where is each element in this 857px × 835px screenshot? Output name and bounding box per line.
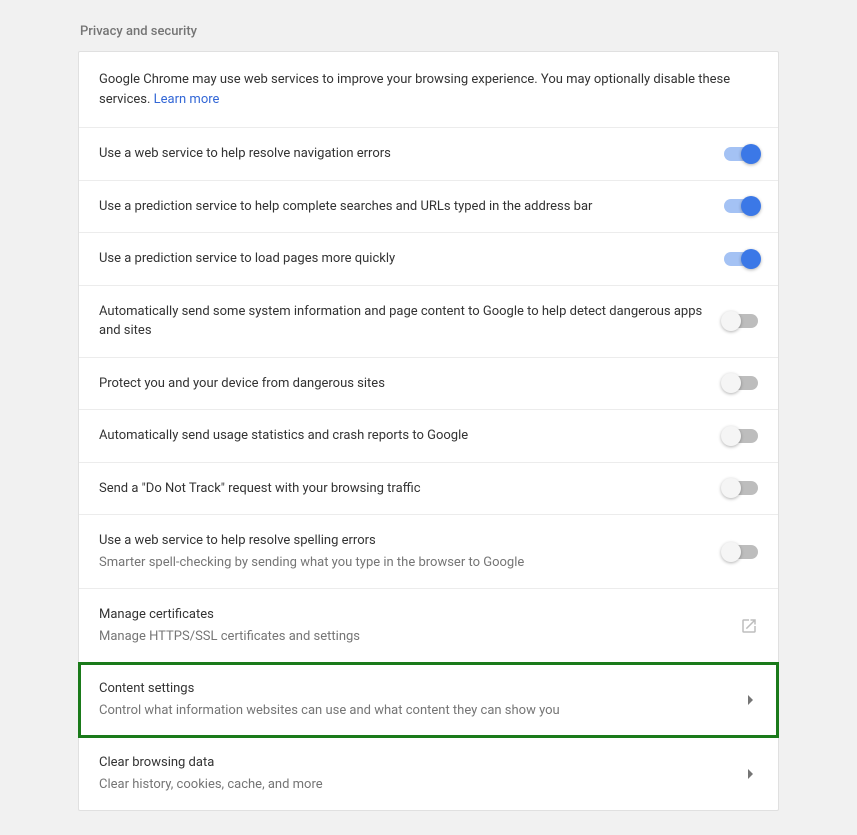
row-label: Use a prediction service to load pages m… <box>99 249 704 269</box>
toggle-use-a-web-service-to-help-resolve-spelli[interactable] <box>724 545 758 559</box>
toggle-automatically-send-usage-statistics-and-[interactable] <box>724 429 758 443</box>
row-text: Send a "Do Not Track" request with your … <box>99 479 724 499</box>
chevron-right-icon <box>748 695 754 705</box>
row-text: Use a prediction service to help complet… <box>99 197 724 217</box>
toggle-protect-you-and-your-device-from-dangero[interactable] <box>724 376 758 390</box>
row-label: Protect you and your device from dangero… <box>99 374 704 394</box>
setting-row-use-a-web-service-to-help-resolve-spelli: Use a web service to help resolve spelli… <box>79 515 778 589</box>
setting-row-protect-you-and-your-device-from-dangero: Protect you and your device from dangero… <box>79 358 778 411</box>
toggle-use-a-web-service-to-help-resolve-naviga[interactable] <box>724 147 758 161</box>
setting-row-automatically-send-usage-statistics-and-: Automatically send usage statistics and … <box>79 410 778 463</box>
setting-row-use-a-web-service-to-help-resolve-naviga: Use a web service to help resolve naviga… <box>79 128 778 181</box>
setting-row-automatically-send-some-system-informati: Automatically send some system informati… <box>79 286 778 358</box>
row-sublabel: Manage HTTPS/SSL certificates and settin… <box>99 627 720 647</box>
row-text: Automatically send usage statistics and … <box>99 426 724 446</box>
row-sublabel: Smarter spell-checking by sending what y… <box>99 553 704 573</box>
section-title: Privacy and security <box>78 24 779 39</box>
row-label: Use a web service to help resolve spelli… <box>99 531 704 551</box>
row-text: Use a web service to help resolve spelli… <box>99 531 724 572</box>
row-text: Manage certificatesManage HTTPS/SSL cert… <box>99 605 740 646</box>
toggle-use-a-prediction-service-to-help-complet[interactable] <box>724 199 758 213</box>
setting-row-send-a-do-not-track-request-with-your-br: Send a "Do Not Track" request with your … <box>79 463 778 516</box>
setting-row-use-a-prediction-service-to-load-pages-m: Use a prediction service to load pages m… <box>79 233 778 286</box>
row-label: Clear browsing data <box>99 753 728 773</box>
row-text: Use a prediction service to load pages m… <box>99 249 724 269</box>
toggle-send-a-do-not-track-request-with-your-br[interactable] <box>724 481 758 495</box>
row-label: Automatically send usage statistics and … <box>99 426 704 446</box>
row-text: Protect you and your device from dangero… <box>99 374 724 394</box>
toggle-use-a-prediction-service-to-load-pages-m[interactable] <box>724 252 758 266</box>
setting-row-content-settings[interactable]: Content settingsControl what information… <box>79 663 778 737</box>
row-text: Use a web service to help resolve naviga… <box>99 144 724 164</box>
row-sublabel: Control what information websites can us… <box>99 701 728 721</box>
row-sublabel: Clear history, cookies, cache, and more <box>99 775 728 795</box>
privacy-security-card: Google Chrome may use web services to im… <box>78 51 779 811</box>
row-label: Automatically send some system informati… <box>99 302 704 341</box>
row-text: Automatically send some system informati… <box>99 302 724 341</box>
row-label: Content settings <box>99 679 728 699</box>
chevron-right-icon <box>748 769 754 779</box>
toggle-automatically-send-some-system-informati[interactable] <box>724 314 758 328</box>
intro-text: Google Chrome may use web services to im… <box>79 52 778 128</box>
external-link-icon <box>740 617 758 635</box>
row-label: Use a prediction service to help complet… <box>99 197 704 217</box>
row-label: Send a "Do Not Track" request with your … <box>99 479 704 499</box>
row-text: Content settingsControl what information… <box>99 679 748 720</box>
row-label: Use a web service to help resolve naviga… <box>99 144 704 164</box>
learn-more-link[interactable]: Learn more <box>154 92 220 107</box>
setting-row-clear-browsing-data[interactable]: Clear browsing dataClear history, cookie… <box>79 737 778 810</box>
row-label: Manage certificates <box>99 605 720 625</box>
setting-row-use-a-prediction-service-to-help-complet: Use a prediction service to help complet… <box>79 181 778 234</box>
row-text: Clear browsing dataClear history, cookie… <box>99 753 748 794</box>
setting-row-manage-certificates[interactable]: Manage certificatesManage HTTPS/SSL cert… <box>79 589 778 663</box>
